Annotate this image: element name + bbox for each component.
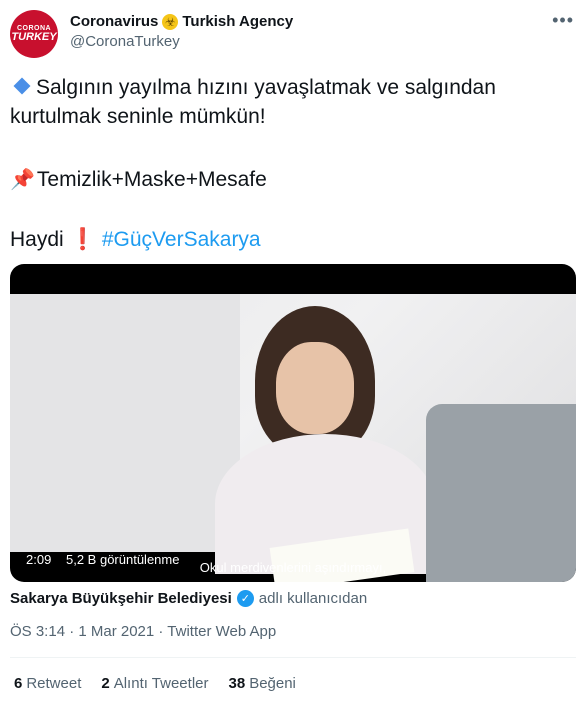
pushpin-icon: 📌 <box>10 169 35 191</box>
tweet-meta[interactable]: ÖS 3:14 · 1 Mar 2021 · Twitter Web App <box>10 623 276 640</box>
verified-icon: ✓ <box>236 590 254 607</box>
avatar-line2: TURKEY <box>11 31 57 43</box>
author-handle[interactable]: @CoronaTurkey <box>70 33 180 50</box>
biohazard-icon: ☣ <box>162 13 179 30</box>
tweet-line3-prefix: Haydi <box>10 228 64 251</box>
author-name-part2: Turkish Agency <box>182 13 294 30</box>
source-suffix: adlı kullanıcıdan <box>258 590 368 607</box>
video-face <box>276 342 354 434</box>
quote-label: Alıntı Tweetler <box>113 675 209 692</box>
tweet-line1: Salgının yayılma hızını yavaşlatmak ve s… <box>10 73 570 131</box>
exclamation-icon: ❗ <box>69 228 96 251</box>
like-count: 38 <box>228 675 246 692</box>
tweet-line1-text: Salgının yayılma hızını yavaşlatmak ve s… <box>10 76 496 128</box>
tweet-line3: Haydi ❗ #GüçVerSakarya <box>10 225 570 254</box>
video-laptop <box>426 404 576 582</box>
author-name-part1: Coronavirus <box>70 13 159 30</box>
video-wall <box>10 294 240 552</box>
quote-stat[interactable]: 2 Alıntı Tweetler <box>101 675 208 692</box>
like-label: Beğeni <box>249 675 296 692</box>
video-player[interactable]: 2:09 5,2 B görüntülenme Okul merdivenler… <box>10 264 576 582</box>
more-icon[interactable]: ••• <box>552 10 574 31</box>
quote-count: 2 <box>101 675 110 692</box>
tweet-line2: 📌Temizlik+Maske+Mesafe <box>10 165 570 195</box>
diamond-icon <box>13 77 31 95</box>
video-subtitle: Okul merdivenlerini aşındırmayı, <box>199 560 387 575</box>
source-attribution: Sakarya Büyükşehir Belediyesi ✓ adlı kul… <box>10 590 367 607</box>
retweet-label: Retweet <box>26 675 82 692</box>
like-stat[interactable]: 38 Beğeni <box>229 675 296 692</box>
retweet-count: 6 <box>14 675 23 692</box>
author-name[interactable]: Coronavirus ☣ Turkish Agency <box>70 13 293 30</box>
avatar[interactable]: CORONA TURKEY <box>10 10 58 58</box>
source-name[interactable]: Sakarya Büyükşehir Belediyesi <box>10 590 232 607</box>
tweet-stats: 6 Retweet 2 Alıntı Tweetler 38 Beğeni <box>14 675 296 692</box>
video-frame <box>10 294 576 582</box>
tweet-line2-text: Temizlik+Maske+Mesafe <box>36 168 267 191</box>
hashtag-link[interactable]: #GüçVerSakarya <box>102 228 261 251</box>
divider <box>10 657 576 658</box>
retweet-stat[interactable]: 6 Retweet <box>14 675 81 692</box>
